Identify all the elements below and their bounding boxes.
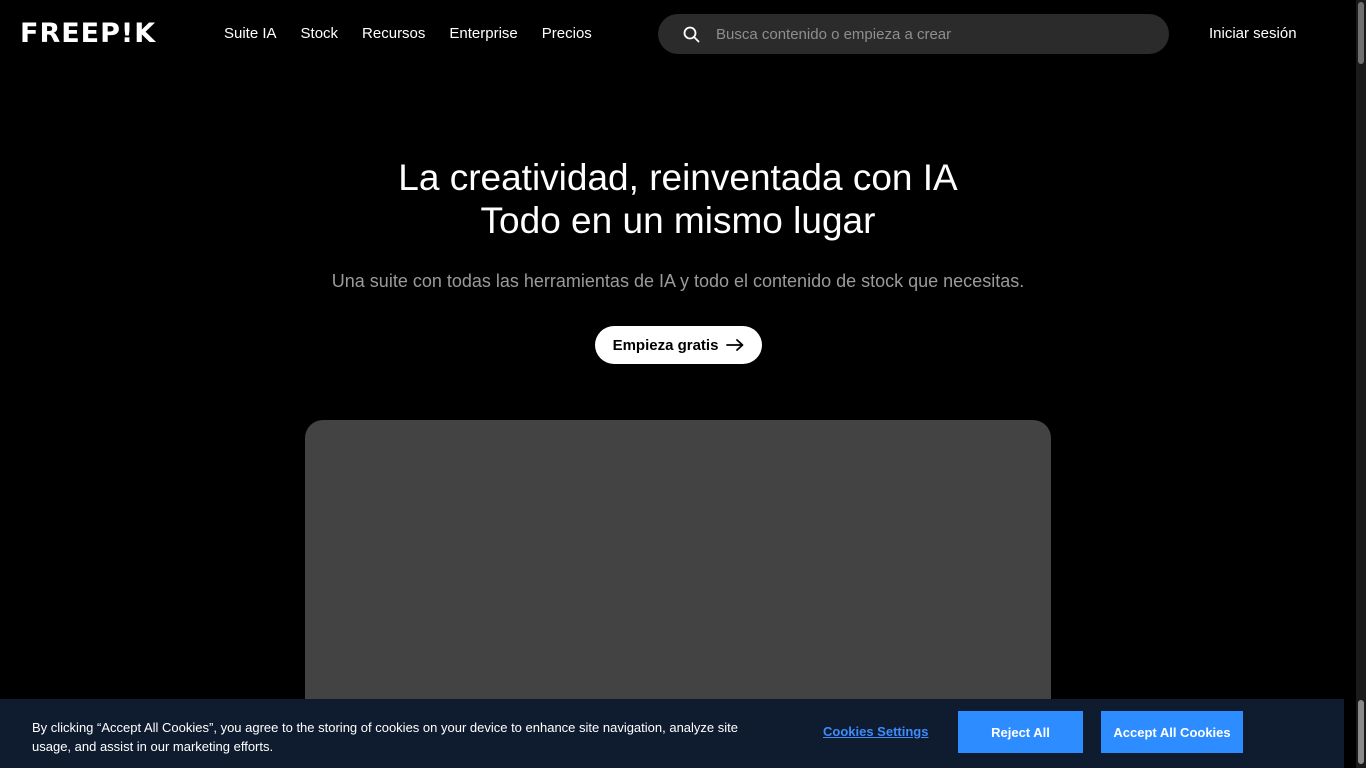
main-nav: Suite IA Stock Recursos Enterprise Preci… xyxy=(224,24,616,44)
cookie-consent-text: By clicking “Accept All Cookies”, you ag… xyxy=(32,720,738,754)
search-bar[interactable] xyxy=(658,14,1169,54)
arrow-right-icon xyxy=(726,339,744,351)
cookies-settings-link[interactable]: Cookies Settings xyxy=(823,723,928,741)
banner-scrollbar-thumb[interactable] xyxy=(1358,700,1364,764)
search-input[interactable] xyxy=(716,14,1169,54)
nav-item-suite-ia[interactable]: Suite IA xyxy=(224,24,277,44)
reject-all-button[interactable]: Reject All xyxy=(958,711,1083,753)
hero-title: La creatividad, reinventada con IA Todo … xyxy=(0,156,1356,242)
scrollbar-thumb[interactable] xyxy=(1358,2,1364,64)
nav-item-recursos[interactable]: Recursos xyxy=(362,24,425,44)
site-header: FREEP!K Suite IA Stock Recursos Enterpri… xyxy=(0,0,1356,68)
nav-item-precios[interactable]: Precios xyxy=(542,24,592,44)
hero-title-line2: Todo en un mismo lugar xyxy=(480,200,876,241)
hero-title-line1: La creatividad, reinventada con IA xyxy=(398,157,958,198)
nav-item-stock[interactable]: Stock xyxy=(301,24,339,44)
start-free-button[interactable]: Empieza gratis xyxy=(595,326,762,364)
hero-subtitle: Una suite con todas las herramientas de … xyxy=(331,271,1025,291)
search-icon[interactable] xyxy=(682,25,700,43)
nav-item-enterprise[interactable]: Enterprise xyxy=(449,24,517,44)
login-link[interactable]: Iniciar sesión xyxy=(1209,24,1297,44)
page-scrollbar[interactable] xyxy=(1356,0,1366,768)
accept-all-cookies-button[interactable]: Accept All Cookies xyxy=(1101,711,1243,753)
cookie-banner: By clicking “Accept All Cookies”, you ag… xyxy=(0,699,1344,768)
freepik-logo[interactable]: FREEP!K xyxy=(20,20,156,47)
start-free-button-label: Empieza gratis xyxy=(612,336,719,354)
